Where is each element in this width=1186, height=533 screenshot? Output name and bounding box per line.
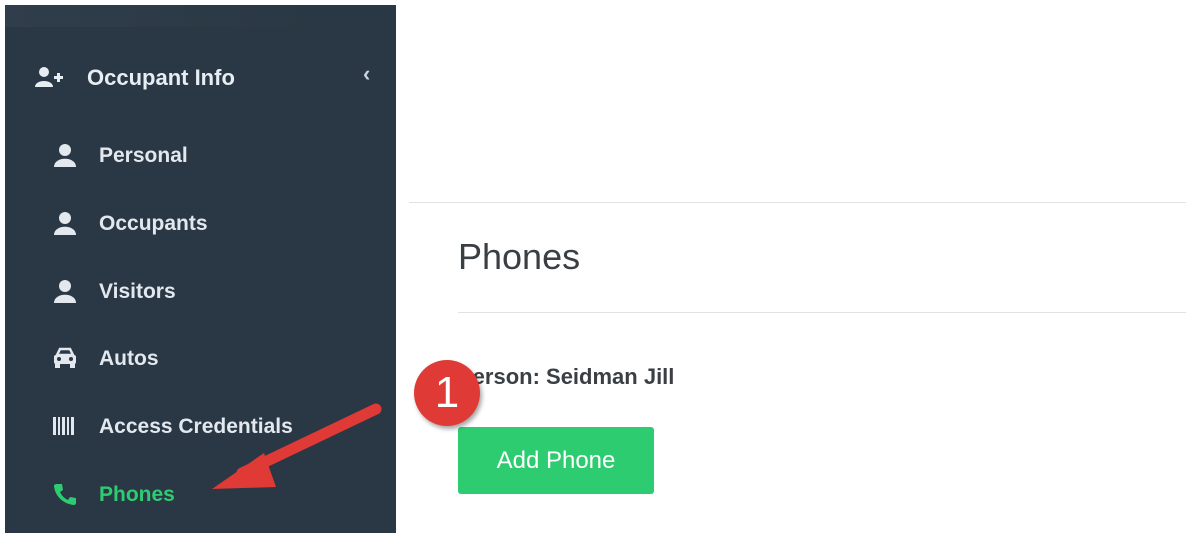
sidebar-item-occupants[interactable]: Occupants — [5, 201, 396, 245]
person-label: Person: Seidman Jill — [458, 364, 675, 389]
step-number-badge: 1 — [414, 360, 480, 426]
sidebar-item-label: Visitors — [99, 280, 176, 303]
sidebar-top-shade — [5, 5, 325, 27]
annotation-arrow-icon — [212, 403, 382, 489]
user-icon — [54, 144, 76, 167]
sidebar-item-personal[interactable]: Personal — [5, 133, 396, 177]
sidebar-item-label: Occupants — [99, 212, 208, 235]
divider — [458, 312, 1186, 313]
sidebar-section-occupant-info[interactable]: Occupant Info ‹ — [5, 55, 396, 99]
car-icon — [54, 347, 76, 368]
sidebar-section-label: Occupant Info — [87, 65, 235, 90]
add-phone-button[interactable]: Add Phone — [458, 427, 654, 494]
user-icon — [54, 212, 76, 235]
sidebar-item-visitors[interactable]: Visitors — [5, 269, 396, 313]
page-title: Phones — [458, 236, 581, 277]
phone-icon — [54, 484, 76, 505]
sidebar-item-label: Autos — [99, 347, 159, 370]
barcode-icon — [53, 417, 74, 435]
chevron-left-icon[interactable]: ‹ — [363, 61, 370, 87]
user-icon — [54, 280, 76, 303]
sidebar-item-autos[interactable]: Autos — [5, 336, 396, 380]
add-user-icon — [35, 67, 63, 87]
sidebar-item-label: Phones — [99, 483, 175, 506]
divider — [409, 202, 1186, 203]
sidebar-item-label: Personal — [99, 144, 188, 167]
